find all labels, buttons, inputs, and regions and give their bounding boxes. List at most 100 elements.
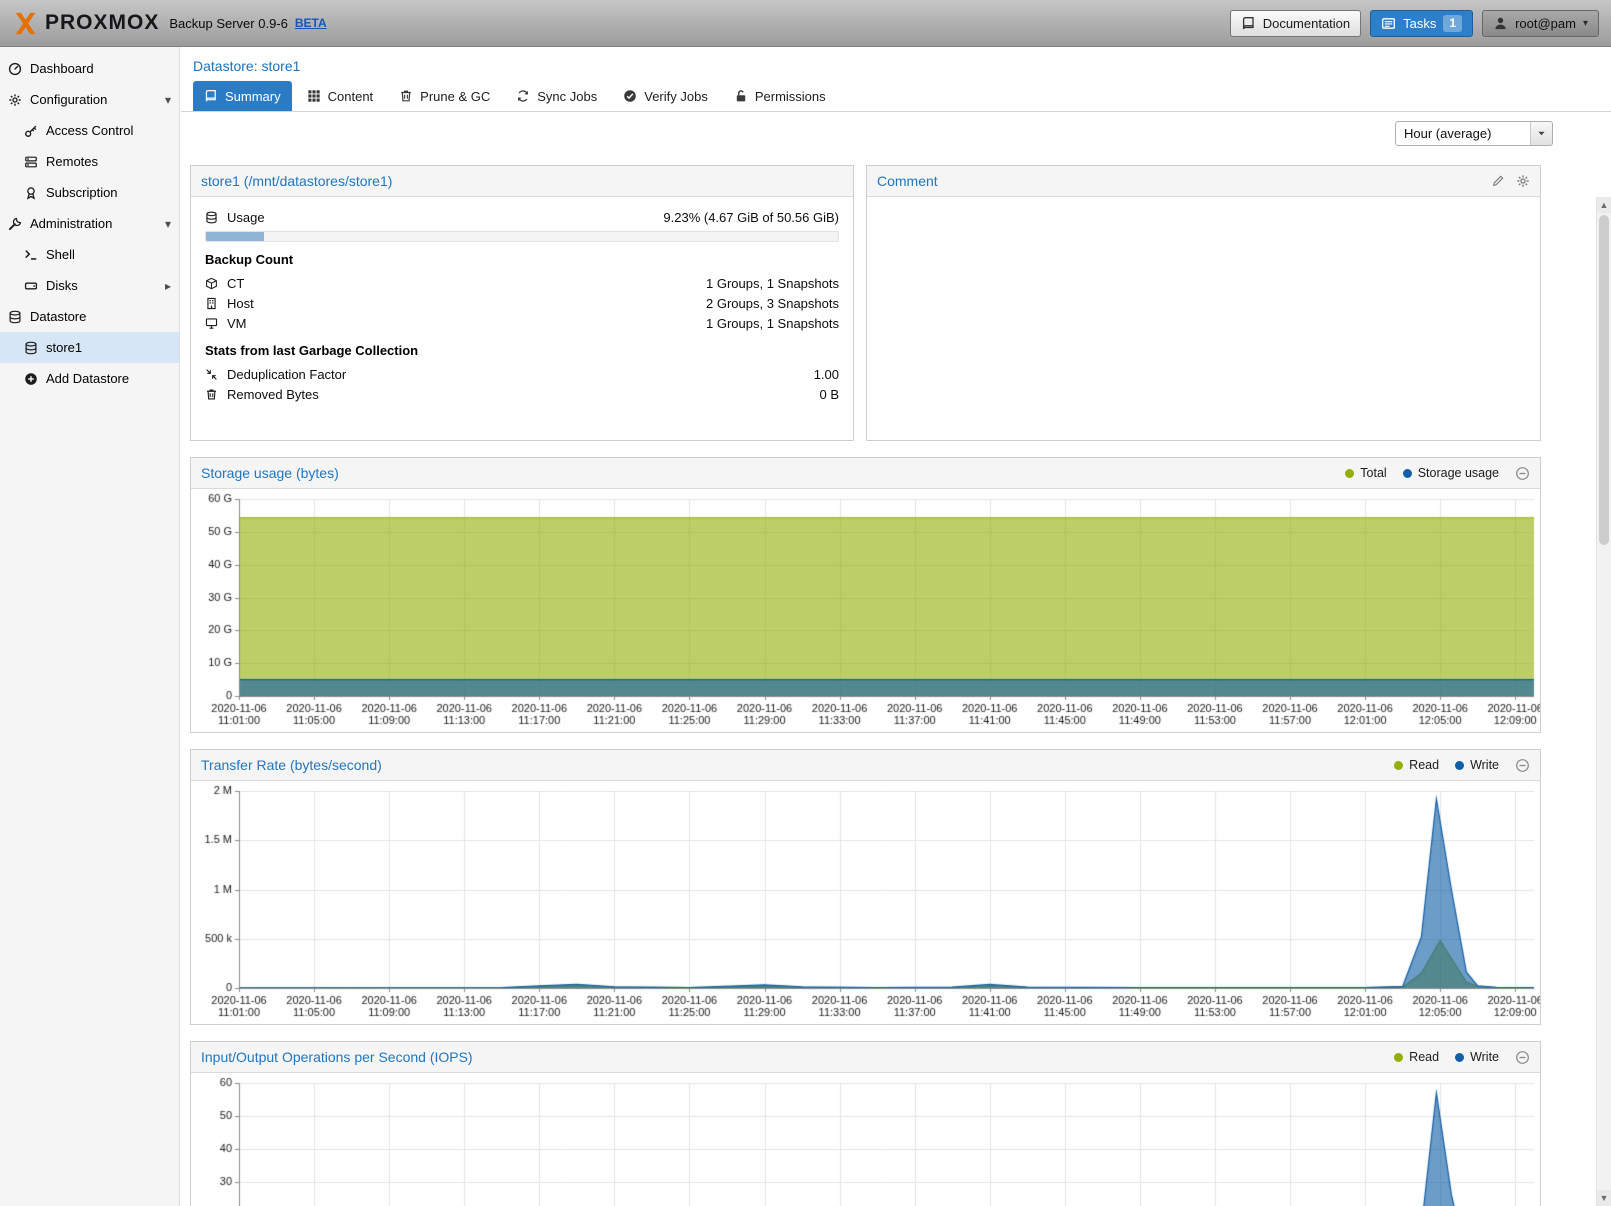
user-menu-button[interactable]: root@pam ▾ [1482, 10, 1599, 37]
chevron-down-icon: ▾ [1583, 18, 1588, 29]
scroll-down-button[interactable]: ▼ [1597, 1190, 1611, 1206]
iops-panel: Input/Output Operations per Second (IOPS… [190, 1041, 1541, 1206]
row-value: 1 Groups, 1 Snapshots [706, 316, 839, 331]
legend-dot [1394, 1053, 1403, 1062]
panel-title: Transfer Rate (bytes/second) [201, 757, 382, 773]
legend-label: Write [1470, 758, 1499, 772]
chart-legend: Read Write [1394, 758, 1530, 773]
tab-verify-jobs[interactable]: Verify Jobs [612, 81, 719, 111]
logo-text: PROXMOX [45, 11, 159, 35]
row-value: 1 Groups, 1 Snapshots [706, 276, 839, 291]
tab-label: Summary [225, 89, 281, 104]
tasks-icon [1381, 16, 1396, 31]
comment-panel: Comment [866, 165, 1541, 441]
sidebar-item-label: Datastore [30, 309, 86, 324]
sidebar: Dashboard Configuration ▾ Access Control… [0, 47, 180, 1206]
tasks-label: Tasks [1403, 16, 1436, 31]
legend-dot [1455, 761, 1464, 770]
disk-icon [24, 279, 38, 293]
page-title: Datastore: store1 [181, 47, 1611, 81]
legend-dot [1455, 1053, 1464, 1062]
database-icon [205, 211, 218, 224]
legend-label: Storage usage [1418, 466, 1499, 480]
user-label: root@pam [1515, 16, 1576, 31]
sidebar-item-configuration[interactable]: Configuration ▾ [0, 84, 179, 115]
scroll-up-button[interactable]: ▲ [1597, 197, 1611, 213]
desktop-icon [205, 317, 218, 330]
beta-link[interactable]: BETA [295, 16, 327, 30]
app-header: PROXMOX Backup Server 0.9-6 BETA Documen… [0, 0, 1611, 47]
vertical-scrollbar[interactable]: ▲ ▼ [1596, 197, 1611, 1206]
tab-permissions[interactable]: Permissions [723, 81, 837, 111]
chevron-down-icon[interactable]: ▾ [165, 94, 171, 106]
legend-dot [1403, 469, 1412, 478]
sidebar-item-label: Configuration [30, 92, 107, 107]
tab-label: Verify Jobs [644, 89, 708, 104]
sidebar-item-disks[interactable]: Disks ▸ [0, 270, 179, 301]
documentation-label: Documentation [1263, 16, 1350, 31]
collapse-icon[interactable] [1515, 758, 1530, 773]
usage-label: Usage [227, 210, 265, 225]
trash-icon [399, 89, 413, 103]
remotes-icon [24, 155, 38, 169]
tab-content[interactable]: Content [296, 81, 385, 111]
edit-icon[interactable] [1491, 174, 1505, 188]
legend-item: Total [1345, 466, 1386, 480]
legend-dot [1345, 469, 1354, 478]
tab-prune-gc[interactable]: Prune & GC [388, 81, 501, 111]
subscription-icon [24, 186, 38, 200]
tab-sync-jobs[interactable]: Sync Jobs [505, 81, 608, 111]
sidebar-item-label: Dashboard [30, 61, 94, 76]
gear-icon[interactable] [1516, 174, 1530, 188]
panel-title: Storage usage (bytes) [201, 465, 339, 481]
shell-icon [24, 248, 38, 262]
collapse-icon[interactable] [1515, 1050, 1530, 1065]
sidebar-item-subscription[interactable]: Subscription [0, 177, 179, 208]
sidebar-item-administration[interactable]: Administration ▾ [0, 208, 179, 239]
usage-progress-fill [206, 232, 264, 241]
chevron-down-icon [1536, 128, 1547, 139]
tab-label: Permissions [755, 89, 826, 104]
gc-row-deduplication-factor: Deduplication Factor 1.00 [205, 364, 839, 384]
tasks-button[interactable]: Tasks 1 [1370, 10, 1473, 37]
legend-item: Read [1394, 1050, 1439, 1064]
unlock-icon [734, 89, 748, 103]
sidebar-item-remotes[interactable]: Remotes [0, 146, 179, 177]
comment-body[interactable] [867, 197, 1540, 440]
grid-icon [307, 89, 321, 103]
book-icon [1241, 16, 1256, 31]
chevron-right-icon[interactable]: ▸ [165, 280, 171, 292]
check-circle-icon [623, 89, 637, 103]
legend-label: Read [1409, 1050, 1439, 1064]
time-range-select[interactable]: Hour (average) [1395, 121, 1553, 146]
scrollbar-thumb[interactable] [1599, 215, 1609, 545]
documentation-button[interactable]: Documentation [1230, 10, 1361, 37]
gc-row-removed-bytes: Removed Bytes 0 B [205, 384, 839, 404]
sidebar-item-label: store1 [46, 340, 82, 355]
backup-row-ct: CT 1 Groups, 1 Snapshots [205, 273, 839, 293]
panel-title: store1 (/mnt/datastores/store1) [201, 173, 392, 189]
sync-icon [516, 89, 530, 103]
sidebar-item-dashboard[interactable]: Dashboard [0, 53, 179, 84]
chevron-down-icon[interactable]: ▾ [165, 218, 171, 230]
compress-icon [205, 368, 218, 381]
tab-summary[interactable]: Summary [193, 81, 292, 111]
trash-icon [205, 388, 218, 401]
sidebar-item-datastore[interactable]: Datastore [0, 301, 179, 332]
database-icon [24, 341, 38, 355]
sidebar-item-add-datastore[interactable]: Add Datastore [0, 363, 179, 394]
proxmox-logo: PROXMOX [12, 10, 159, 37]
panel-title: Input/Output Operations per Second (IOPS… [201, 1049, 473, 1065]
gears-icon [8, 93, 22, 107]
datastore-summary-panel: store1 (/mnt/datastores/store1) Usage 9.… [190, 165, 854, 441]
plus-circle-icon [24, 372, 38, 386]
sidebar-item-access-control[interactable]: Access Control [0, 115, 179, 146]
sidebar-item-store1[interactable]: store1 [0, 332, 179, 363]
gc-stats-heading: Stats from last Garbage Collection [205, 343, 839, 358]
usage-value: 9.23% (4.67 GiB of 50.56 GiB) [663, 210, 839, 225]
proxmox-logo-icon [12, 10, 39, 37]
time-range-value: Hour (average) [1396, 126, 1530, 141]
collapse-icon[interactable] [1515, 466, 1530, 481]
storage-usage-chart [191, 489, 1540, 732]
sidebar-item-shell[interactable]: Shell [0, 239, 179, 270]
